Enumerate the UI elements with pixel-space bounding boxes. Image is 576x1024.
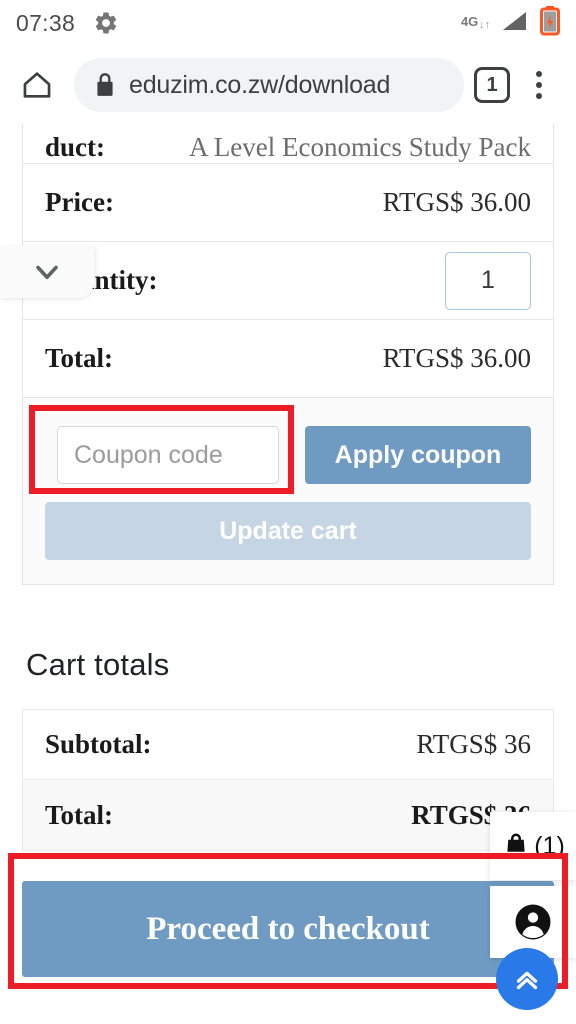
- cart-row-total: Total: RTGS$ 36.00: [23, 320, 553, 398]
- subtotal-label: Subtotal:: [45, 729, 152, 759]
- totals-row-subtotal: Subtotal: RTGS$ 36: [23, 710, 553, 780]
- grand-total-label: Total:: [45, 799, 114, 830]
- proceed-to-checkout-button[interactable]: Proceed to checkout: [22, 881, 554, 977]
- tab-counter-button[interactable]: 1: [474, 67, 510, 103]
- update-cart-wrapper: Update cart: [23, 494, 553, 584]
- network-type-indicator: 4G ↓↑: [461, 15, 490, 31]
- shopping-bag-icon: [506, 833, 526, 857]
- browser-toolbar: eduzim.co.zw/download 1: [0, 46, 576, 124]
- scroll-to-top-button[interactable]: [496, 948, 558, 1010]
- battery-charging-icon: [540, 5, 560, 41]
- coupon-row: Apply coupon: [23, 398, 553, 494]
- totals-row-total: Total: RTGS$ 36: [23, 780, 553, 850]
- account-person-icon: [515, 904, 551, 940]
- page-viewport: duct: A Level Economics Study Pack Price…: [0, 124, 576, 1024]
- status-bar-clock: 07:38: [16, 9, 76, 36]
- double-chevron-up-icon: [516, 971, 538, 990]
- product-label: duct:: [45, 132, 105, 162]
- coupon-code-input[interactable]: [57, 426, 279, 484]
- home-icon[interactable]: [14, 68, 60, 102]
- chevron-down-icon: [36, 265, 58, 280]
- cart-totals-heading: Cart totals: [26, 647, 170, 682]
- address-bar[interactable]: eduzim.co.zw/download: [74, 58, 464, 112]
- update-cart-button: Update cart: [45, 502, 531, 560]
- product-name: A Level Economics Study Pack: [189, 132, 531, 162]
- signal-triangle-icon: [501, 9, 529, 38]
- lock-icon: [94, 72, 116, 98]
- coupon-input-wrapper: [45, 416, 291, 494]
- quantity-input[interactable]: [445, 251, 531, 310]
- cart-totals-table: Subtotal: RTGS$ 36 Total: RTGS$ 36: [22, 709, 554, 851]
- cart-table: duct: A Level Economics Study Pack Price…: [22, 124, 554, 585]
- collapse-chevron-button[interactable]: [0, 246, 94, 298]
- cart-total-value: RTGS$ 36.00: [382, 343, 531, 373]
- apply-coupon-button[interactable]: Apply coupon: [305, 426, 531, 484]
- kebab-menu-icon[interactable]: [516, 62, 562, 108]
- status-bar-indicators: 4G ↓↑: [461, 5, 560, 41]
- network-type-label: 4G: [461, 14, 478, 29]
- checkout-wrapper: Proceed to checkout: [22, 881, 554, 977]
- cart-total-label: Total:: [45, 343, 114, 373]
- network-arrows-icon: ↓↑: [479, 19, 490, 31]
- status-bar: 07:38 4G ↓↑: [0, 0, 576, 46]
- price-label: Price:: [45, 187, 114, 217]
- floating-side-widget: (1): [490, 812, 576, 958]
- subtotal-value: RTGS$ 36: [416, 729, 531, 759]
- cart-row-product: duct: A Level Economics Study Pack: [23, 124, 553, 164]
- account-button[interactable]: [490, 886, 576, 958]
- mini-cart-count: (1): [534, 831, 565, 860]
- cart-row-quantity: Quantity:: [23, 242, 553, 320]
- address-bar-url: eduzim.co.zw/download: [129, 70, 391, 99]
- gear-icon: [93, 10, 119, 36]
- price-value: RTGS$ 36.00: [382, 187, 531, 217]
- cart-row-price: Price: RTGS$ 36.00: [23, 164, 553, 242]
- mini-cart-button[interactable]: (1): [490, 812, 576, 880]
